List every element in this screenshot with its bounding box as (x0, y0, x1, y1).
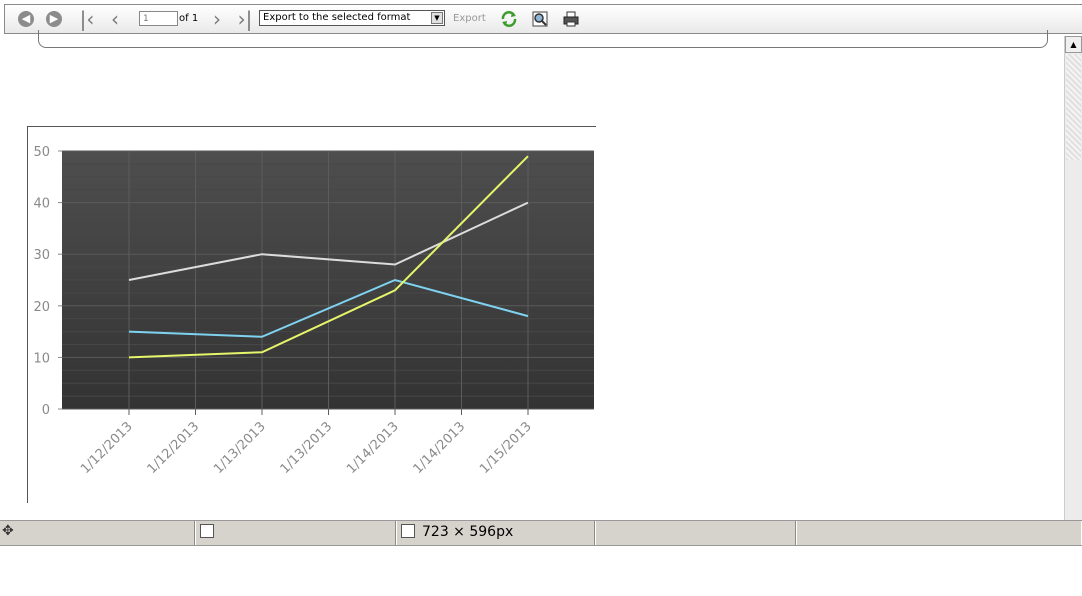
x-tick-label: 1/14/2013 (411, 419, 469, 477)
forward-icon: ▶ (46, 11, 62, 27)
scrollbar-thumb[interactable] (1066, 54, 1081, 160)
status-segment-selection (195, 521, 396, 545)
status-segment-cursor: ✥ (0, 521, 195, 545)
status-segment-empty-1 (595, 521, 796, 545)
refresh-icon (501, 11, 517, 27)
print-preview-icon (532, 11, 548, 27)
y-tick-label: 40 (33, 197, 50, 212)
next-page-icon[interactable]: › (207, 9, 227, 29)
first-page-icon[interactable]: |‹ (77, 9, 97, 29)
x-tick-label: 1/13/2013 (211, 419, 269, 477)
x-tick-label: 1/13/2013 (278, 419, 336, 477)
image-size-label: 723 × 596px (422, 524, 514, 540)
chart-container: 0 10 20 30 40 50 1/12/2013 1/12/2013 1/13/2013 1… (27, 126, 596, 503)
y-tick-label: 20 (33, 300, 50, 315)
print-button[interactable] (561, 9, 581, 29)
page-number-input[interactable] (139, 11, 178, 26)
y-tick-label: 30 (33, 248, 50, 263)
back-button[interactable]: ◀ (17, 9, 35, 29)
selection-icon (200, 524, 214, 538)
x-tick-label: 1/12/2013 (78, 419, 136, 477)
previous-page-icon[interactable]: ‹ (105, 9, 125, 29)
print-preview-button[interactable] (530, 9, 550, 29)
forward-button[interactable]: ▶ (45, 9, 63, 29)
export-format-value: Export to the selected format (263, 12, 411, 23)
vertical-scrollbar[interactable]: ▲ (1064, 36, 1082, 521)
line-chart: 01020304050 1/12/2013 1/12/2013 1/13/2013 1… (33, 145, 594, 477)
y-tick-label: 10 (33, 351, 50, 366)
scroll-up-icon[interactable]: ▲ (1065, 36, 1082, 53)
move-cursor-icon: ✥ (2, 523, 14, 539)
export-format-select[interactable]: Export to the selected format ▼ (259, 10, 445, 26)
x-tick-label: 1/12/2013 (145, 419, 203, 477)
status-bar: ✥ 723 × 596px (0, 520, 1082, 546)
refresh-button[interactable] (499, 9, 519, 29)
export-button[interactable]: Export (453, 13, 486, 24)
last-page-icon[interactable]: ›| (233, 9, 257, 29)
x-tick-label: 1/14/2013 (344, 419, 402, 477)
x-tick-label: 1/15/2013 (477, 419, 535, 477)
image-size-icon (401, 524, 415, 538)
print-icon (563, 11, 579, 27)
y-tick-label: 50 (33, 145, 50, 160)
report-header-frame (38, 30, 1048, 48)
y-tick-label: 0 (42, 403, 50, 418)
status-segment-empty-2 (796, 521, 1081, 545)
page-count-label: of 1 (179, 13, 199, 24)
chevron-down-icon: ▼ (431, 12, 443, 24)
back-icon: ◀ (18, 11, 34, 27)
